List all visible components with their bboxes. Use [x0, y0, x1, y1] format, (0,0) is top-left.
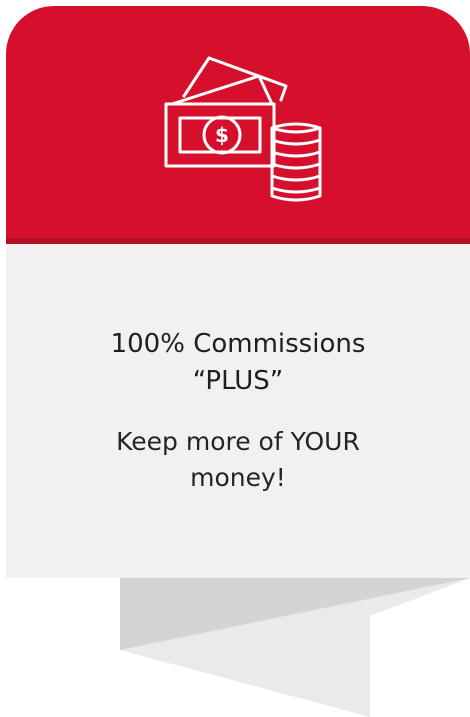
card-subtitle-line-2: money! — [190, 463, 286, 492]
card-subtitle-line-1: Keep more of YOUR — [116, 427, 360, 456]
card-header: $ — [6, 6, 470, 244]
money-cash-coins-icon: $ — [164, 56, 322, 202]
card-subtitle: Keep more of YOUR money! — [6, 424, 470, 496]
card-title-line-2: “PLUS” — [192, 366, 284, 396]
feature-card: $ 100% Commissions “PLUS” Keep more of Y… — [0, 0, 470, 717]
card-title-line-1: 100% Commissions — [110, 329, 366, 359]
card-title: 100% Commissions “PLUS” — [6, 326, 470, 400]
svg-text:$: $ — [215, 123, 229, 147]
card-body — [6, 244, 470, 578]
